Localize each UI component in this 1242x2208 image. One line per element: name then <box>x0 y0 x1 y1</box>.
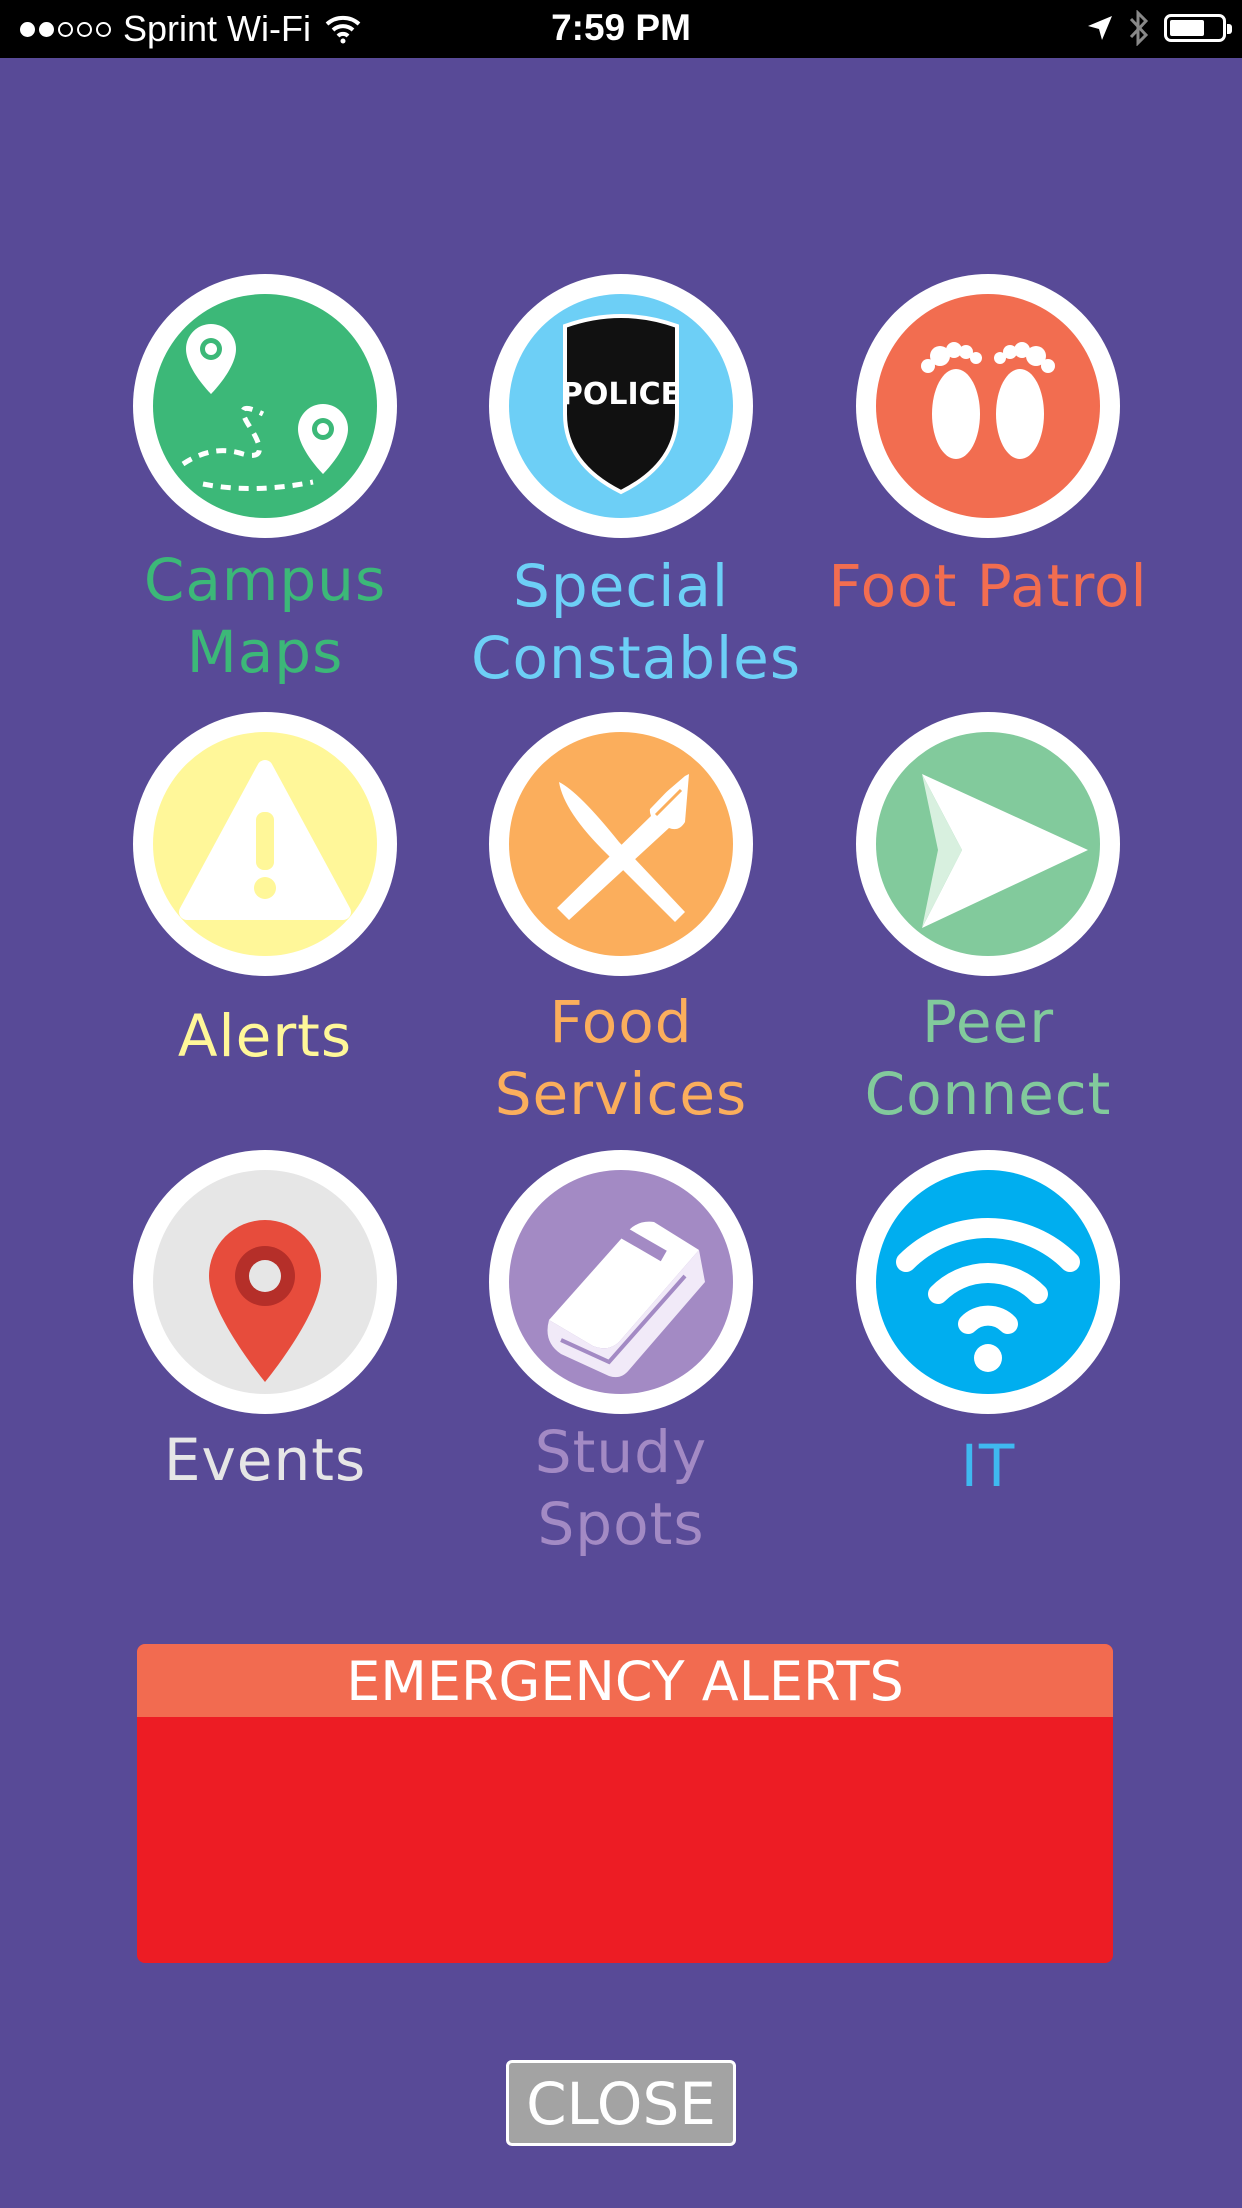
campus-maps-button[interactable]: Campus Maps <box>115 274 415 688</box>
special-constables-label-2: Constables <box>471 624 802 692</box>
emergency-alerts-title: EMERGENCY ALERTS <box>137 1644 1113 1717</box>
peer-connect-button[interactable]: Peer Connect <box>838 712 1138 1130</box>
campus-maps-label-2: Maps <box>186 618 344 686</box>
send-arrow-icon <box>922 774 1088 928</box>
alerts-label: Alerts <box>177 1002 353 1070</box>
battery-icon <box>1164 14 1232 42</box>
study-spots-label-1: Study <box>534 1418 708 1486</box>
warning-icon <box>179 760 351 920</box>
events-button[interactable]: Events <box>115 1150 415 1496</box>
food-services-button[interactable]: Food Services <box>471 712 771 1130</box>
food-services-label-1: Food <box>549 988 693 1056</box>
police-badge-icon: POLICE <box>561 314 681 495</box>
foot-patrol-label: Foot Patrol <box>828 552 1148 620</box>
food-services-label-2: Services <box>494 1060 748 1128</box>
peer-connect-label-1: Peer <box>921 988 1055 1056</box>
peer-connect-label-2: Connect <box>864 1060 1112 1128</box>
footprints-icon <box>921 342 1055 459</box>
special-constables-label-1: Special <box>513 552 729 620</box>
study-spots-button[interactable]: Study Spots <box>471 1150 771 1560</box>
status-bar: Sprint Wi-Fi 7:59 PM <box>0 0 1242 58</box>
map-pin-icon <box>209 1220 321 1382</box>
events-label: Events <box>163 1426 367 1494</box>
location-arrow-icon <box>1088 16 1112 40</box>
campus-maps-label-1: Campus <box>143 546 387 614</box>
special-constables-button[interactable]: POLICE Special Constables <box>471 274 802 694</box>
alerts-button[interactable]: Alerts <box>115 712 415 1072</box>
wifi-signal-icon <box>896 1218 1080 1372</box>
it-button[interactable]: IT <box>838 1150 1138 1502</box>
it-label: IT <box>960 1432 1016 1500</box>
clock: 7:59 PM <box>551 7 691 48</box>
book-icon <box>547 1221 705 1378</box>
bluetooth-icon <box>1129 10 1149 46</box>
knife-fork-icon <box>557 774 689 922</box>
foot-patrol-button[interactable]: Foot Patrol <box>828 274 1147 622</box>
close-button[interactable]: CLOSE <box>506 2060 736 2146</box>
police-badge-text: POLICE <box>561 377 681 412</box>
map-route-icon <box>181 324 348 492</box>
emergency-alerts-panel: EMERGENCY ALERTS <box>137 1644 1113 1963</box>
study-spots-label-2: Spots <box>537 1490 705 1558</box>
